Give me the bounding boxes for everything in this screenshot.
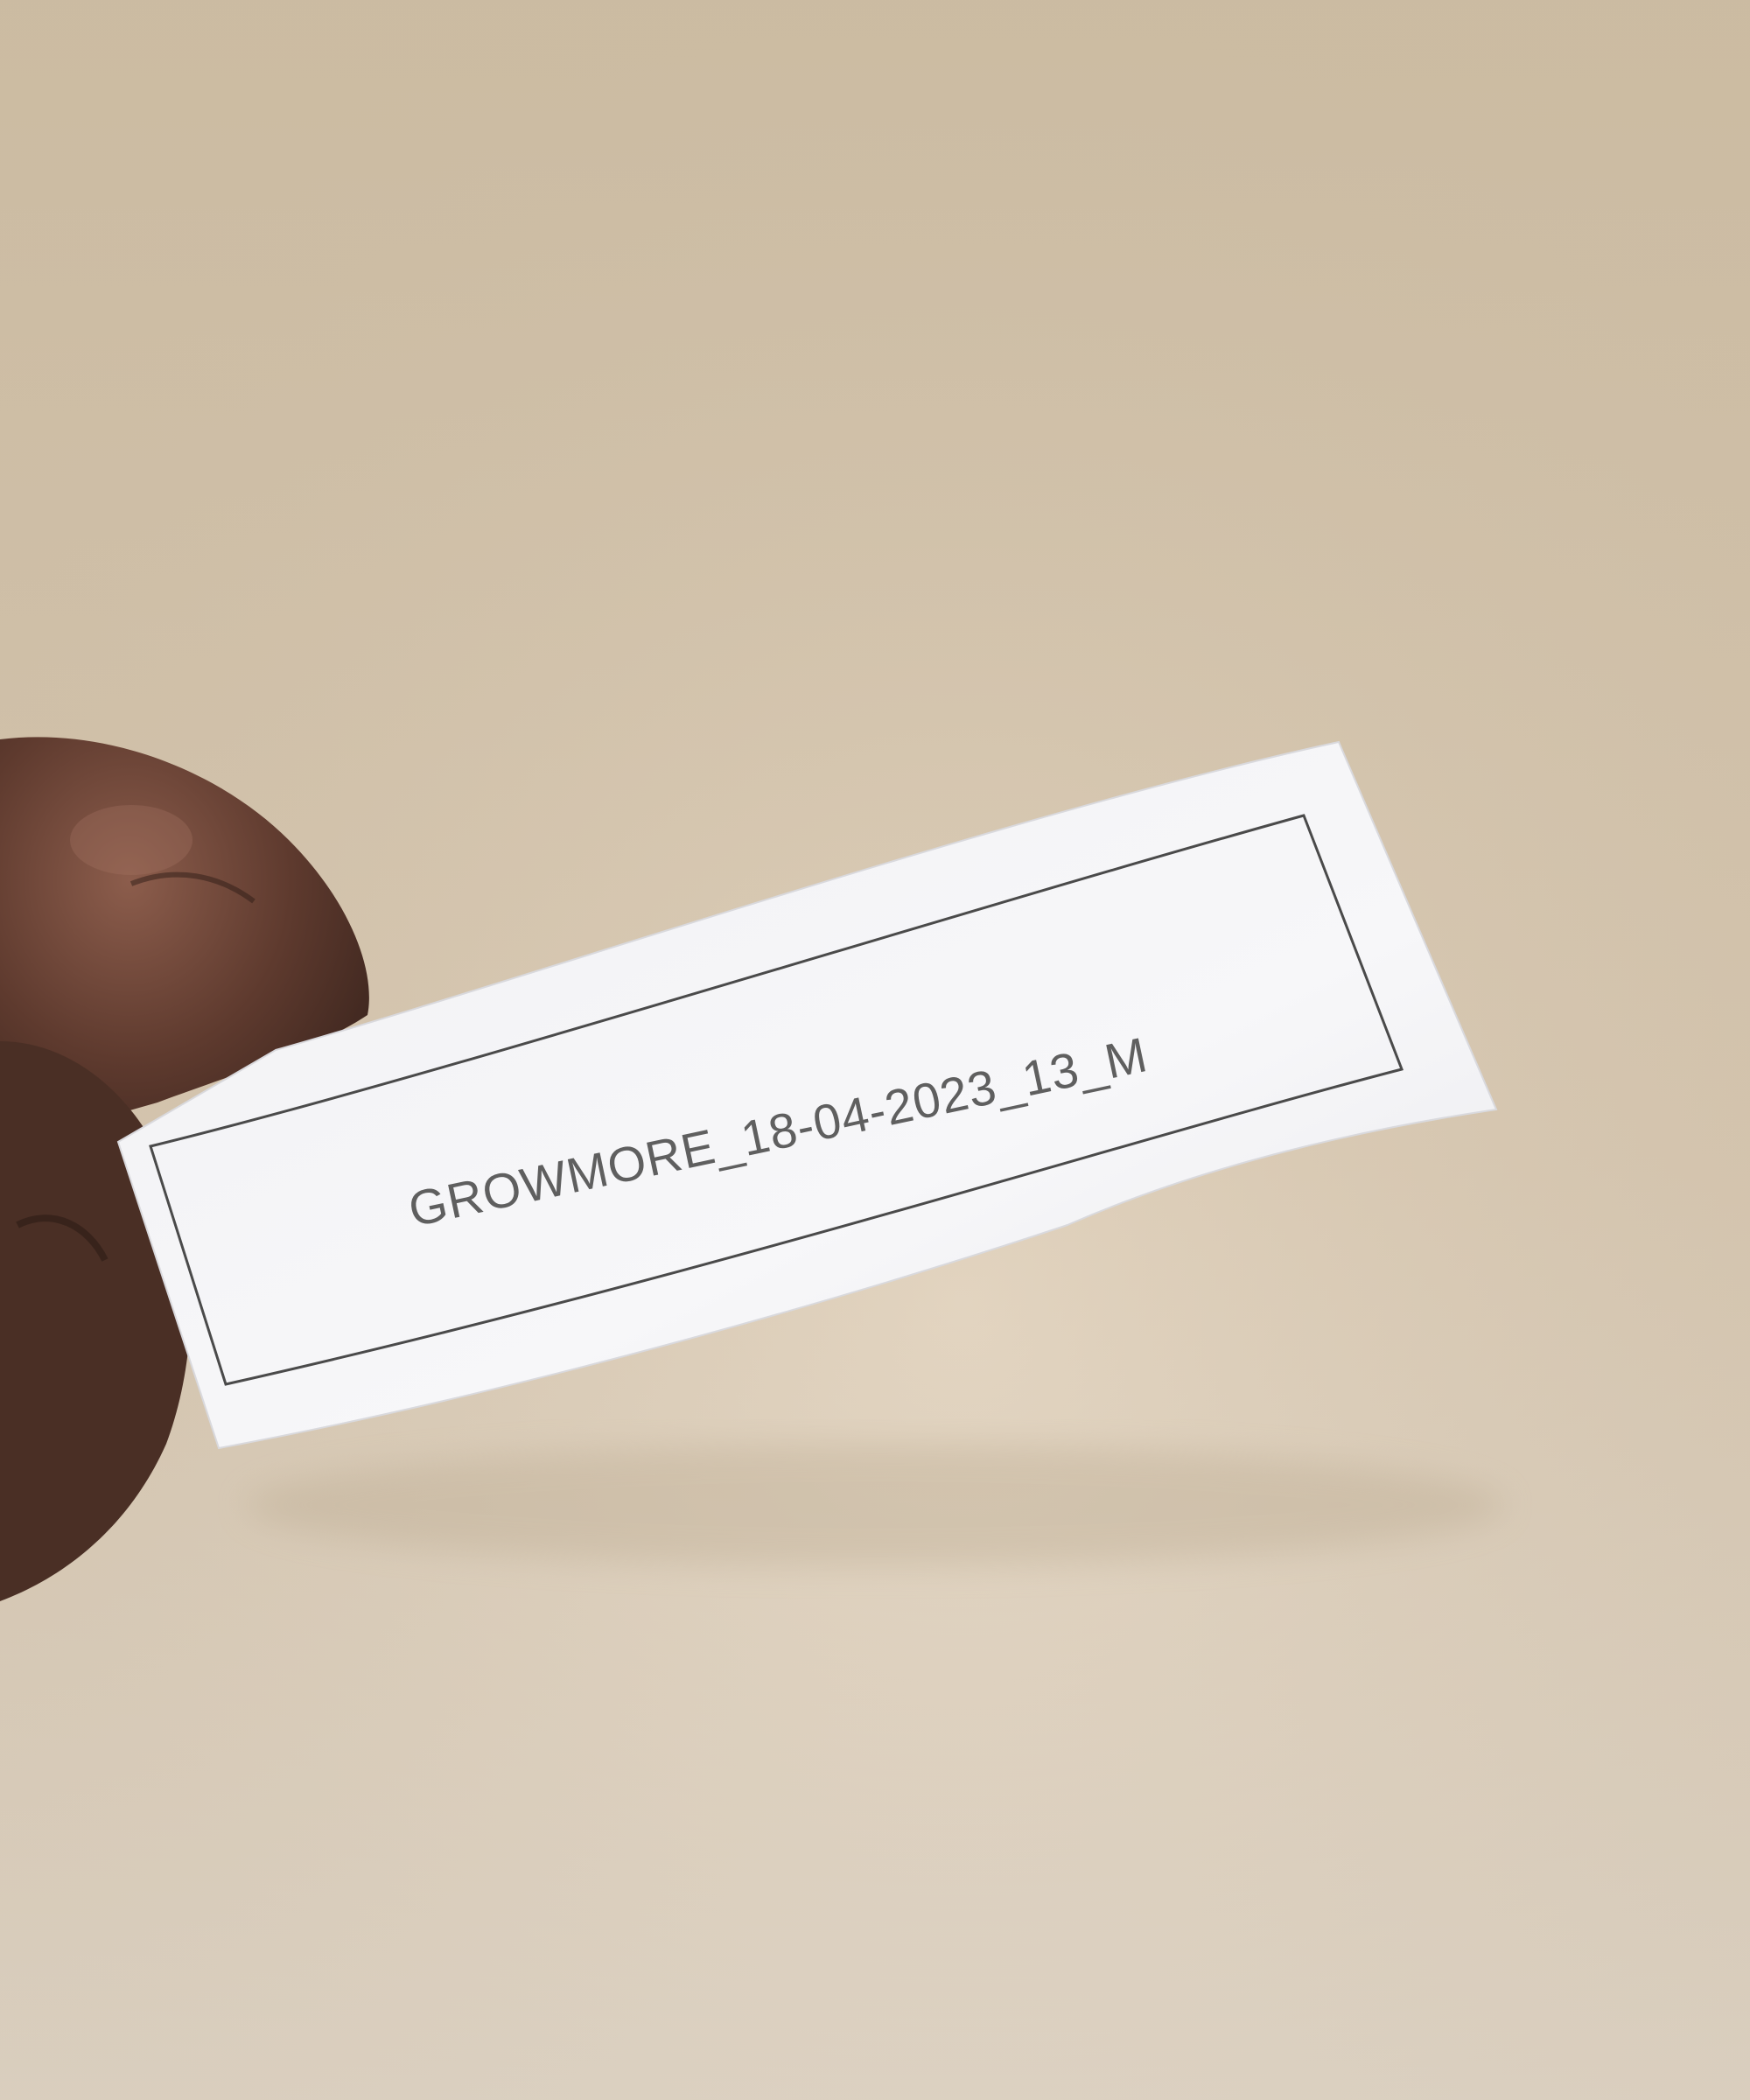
fingertip-shine [70, 805, 192, 875]
paper-shadow [245, 1444, 1505, 1566]
photo-scene: GROWMORE_18-04-2023_13_M [0, 0, 1750, 2100]
